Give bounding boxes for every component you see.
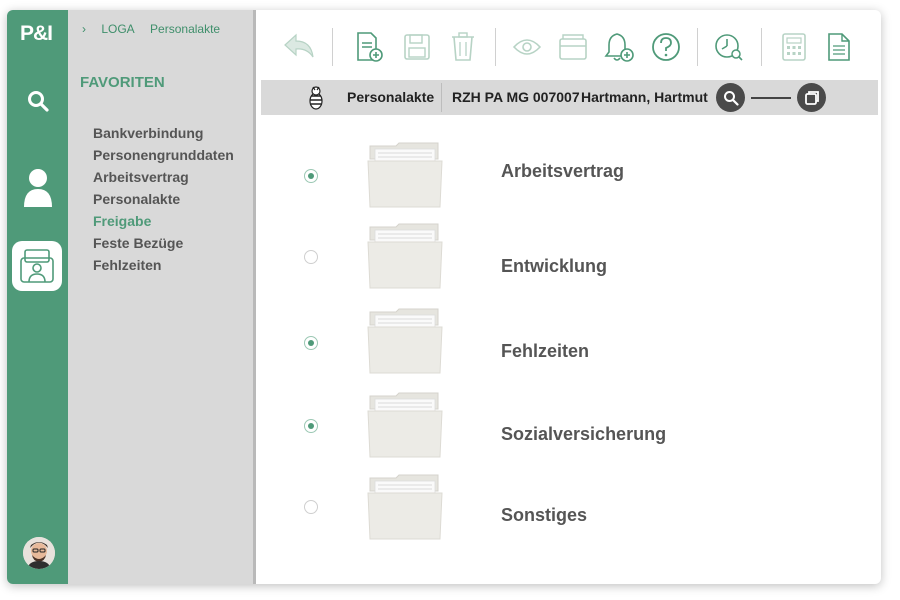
document-label: Fehlzeiten	[501, 341, 590, 361]
personnel-file-icon	[20, 249, 54, 283]
calculator-icon	[782, 33, 806, 61]
favorites-list: Bankverbindung Personengrunddaten Arbeit…	[93, 122, 234, 276]
favorite-item-personalakte[interactable]: Personalakte	[93, 188, 234, 210]
document-label: Sonstiges	[501, 505, 588, 525]
archive-icon	[559, 34, 587, 60]
favorites-sidebar: › LOGA Personalakte FAVORITEN Bankverbin…	[68, 10, 256, 584]
view-button[interactable]	[510, 30, 544, 64]
select-radio[interactable]	[304, 419, 318, 433]
document-row-fehlzeiten[interactable]: Fehlzeiten	[256, 305, 881, 375]
new-document-button[interactable]	[352, 30, 386, 64]
notification-add-icon	[604, 33, 634, 62]
select-radio[interactable]	[304, 250, 318, 264]
select-radio[interactable]	[304, 169, 318, 183]
zebra-mascot-icon	[309, 86, 323, 110]
record-header-bar: Personalakte RZH PA MG 007007 Hartmann, …	[261, 80, 878, 115]
person-name: Hartmann, Hartmut	[581, 89, 708, 105]
folder-icon	[367, 308, 443, 374]
rail-personnel-file-button[interactable]	[12, 241, 62, 291]
header-search-button[interactable]	[716, 83, 745, 112]
calculator-button[interactable]	[777, 30, 811, 64]
view-icon	[512, 39, 542, 55]
add-notification-button[interactable]	[602, 30, 636, 64]
select-radio[interactable]	[304, 336, 318, 350]
time-search-icon	[715, 34, 743, 61]
favorite-item-fehlzeiten[interactable]: Fehlzeiten	[93, 254, 234, 276]
user-avatar[interactable]	[23, 537, 55, 569]
undo-button[interactable]	[282, 30, 316, 64]
rail-search-button[interactable]	[7, 76, 68, 126]
help-icon	[652, 33, 680, 61]
breadcrumb: › LOGA Personalakte	[82, 22, 232, 36]
undo-icon	[284, 33, 314, 58]
document-label: Sozialversicherung	[501, 424, 667, 444]
header-copy-button[interactable]	[797, 83, 826, 112]
person-icon	[23, 169, 52, 207]
document-row-sonstiges[interactable]: Sonstiges	[256, 470, 881, 540]
search-icon	[723, 90, 739, 106]
new-document-icon	[357, 32, 383, 62]
avatar-image	[23, 537, 55, 569]
app-window: P&I › LOGA Personalakte FAVORITEN Bankve…	[7, 10, 881, 584]
document-icon	[828, 33, 850, 61]
delete-button[interactable]	[446, 30, 480, 64]
record-id: RZH PA MG 007007	[452, 89, 580, 105]
document-button[interactable]	[822, 30, 856, 64]
breadcrumb-item-loga[interactable]: LOGA	[101, 22, 134, 36]
select-radio[interactable]	[304, 500, 318, 514]
archive-button[interactable]	[556, 30, 590, 64]
breadcrumb-item-personalakte[interactable]: Personalakte	[150, 22, 220, 36]
document-row-sozialversicherung[interactable]: Sozialversicherung	[256, 389, 881, 459]
document-row-arbeitsvertrag[interactable]: Arbeitsvertrag	[256, 138, 881, 208]
time-search-button[interactable]	[712, 30, 746, 64]
favorite-item-personengrunddaten[interactable]: Personengrunddaten	[93, 144, 234, 166]
save-icon	[404, 34, 430, 60]
toolbar	[256, 10, 881, 80]
favorite-item-arbeitsvertrag[interactable]: Arbeitsvertrag	[93, 166, 234, 188]
delete-icon	[452, 32, 474, 61]
favorites-title: FAVORITEN	[80, 74, 165, 91]
help-button[interactable]	[649, 30, 683, 64]
folder-icon	[367, 392, 443, 458]
search-icon	[27, 91, 49, 112]
main-content: Personalakte RZH PA MG 007007 Hartmann, …	[256, 10, 881, 584]
document-label: Entwicklung	[501, 256, 608, 276]
header-title: Personalakte	[347, 89, 435, 105]
rail-person-button[interactable]	[7, 162, 68, 212]
save-button[interactable]	[400, 30, 434, 64]
document-label: Arbeitsvertrag	[501, 161, 625, 181]
app-logo: P&I	[20, 22, 53, 45]
folder-icon	[367, 223, 443, 289]
favorite-item-feste-bezuege[interactable]: Feste Bezüge	[93, 232, 234, 254]
copy-icon	[804, 90, 819, 105]
folder-icon	[367, 474, 443, 540]
favorite-item-bankverbindung[interactable]: Bankverbindung	[93, 122, 234, 144]
breadcrumb-chevron-icon: ›	[82, 22, 86, 36]
document-row-entwicklung[interactable]: Entwicklung	[256, 220, 881, 290]
folder-icon	[367, 142, 443, 208]
favorite-item-freigabe[interactable]: Freigabe	[93, 210, 234, 232]
nav-rail: P&I	[7, 10, 68, 584]
